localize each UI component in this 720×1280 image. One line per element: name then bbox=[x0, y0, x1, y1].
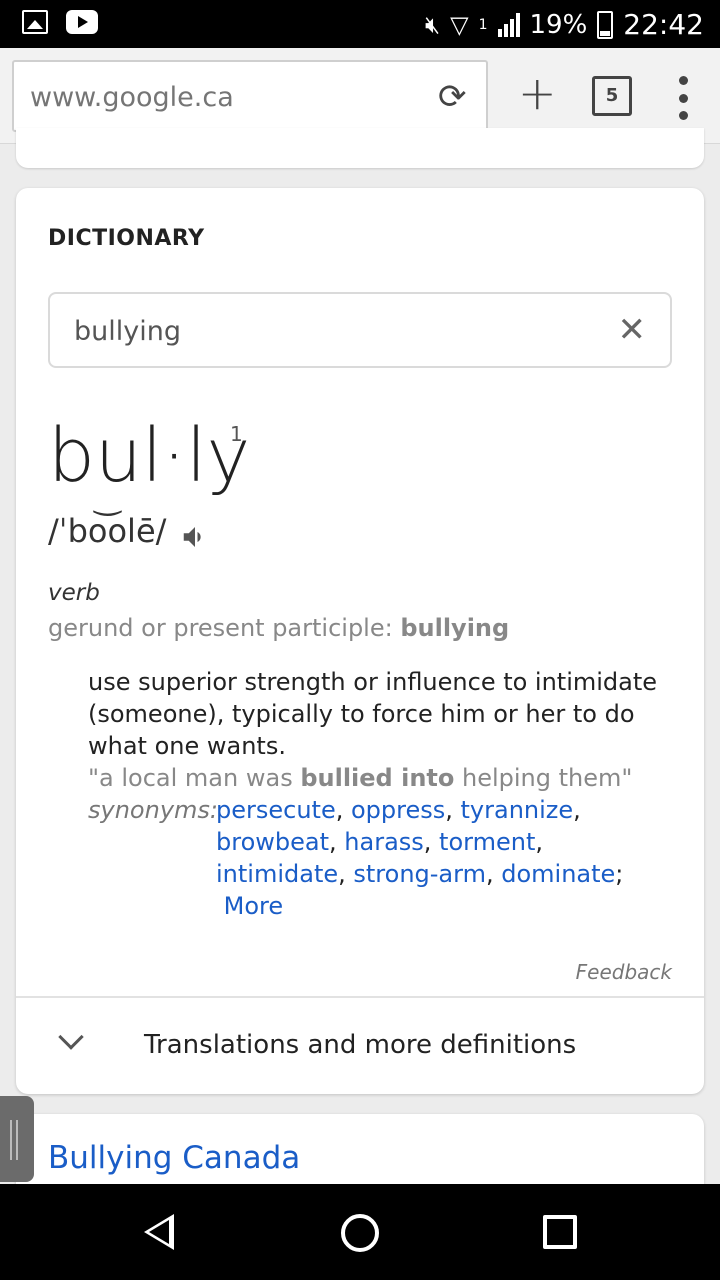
synonym-link[interactable]: intimidate bbox=[216, 860, 338, 888]
speaker-icon[interactable] bbox=[180, 522, 210, 552]
more-definitions-label: Translations and more definitions bbox=[144, 1030, 577, 1060]
status-bar: 🔇︎ ▽ 1 19% 22:42 bbox=[0, 0, 720, 48]
network-slot: 1 bbox=[478, 16, 488, 33]
dictionary-search-box[interactable]: bullying ✕ bbox=[48, 292, 672, 368]
battery-percent: 19% bbox=[529, 9, 588, 40]
synonym-link[interactable]: dominate bbox=[501, 860, 615, 888]
clock: 22:42 bbox=[623, 8, 704, 41]
example-sentence: "a local man was bullied into helping th… bbox=[88, 762, 632, 794]
synonym-link[interactable]: persecute bbox=[216, 796, 336, 824]
synonym-link[interactable]: browbeat bbox=[216, 828, 329, 856]
gerund-value: bullying bbox=[400, 614, 510, 642]
headword-superscript: 1 bbox=[230, 422, 243, 446]
more-definitions-row[interactable]: Translations and more definitions bbox=[16, 998, 704, 1094]
side-drawer-handle[interactable] bbox=[0, 1096, 34, 1182]
url-text[interactable]: www.google.ca bbox=[30, 82, 234, 113]
part-of-speech: verb bbox=[48, 580, 100, 606]
overflow-menu-icon[interactable] bbox=[678, 76, 688, 120]
dictionary-heading: DICTIONARY bbox=[48, 226, 205, 251]
synonym-link[interactable]: tyrannize bbox=[461, 796, 574, 824]
recents-icon[interactable] bbox=[543, 1215, 577, 1249]
example-pre: "a local man was bbox=[88, 764, 301, 792]
address-bar[interactable]: www.google.ca ⟳ bbox=[12, 60, 488, 132]
synonym-link[interactable]: oppress bbox=[351, 796, 445, 824]
dictionary-search-input[interactable]: bullying bbox=[74, 316, 181, 347]
next-result-card: Bullying Canada bbox=[16, 1114, 704, 1194]
gallery-icon bbox=[22, 10, 48, 34]
synonym-link[interactable]: harass bbox=[344, 828, 424, 856]
reload-icon[interactable]: ⟳ bbox=[438, 80, 472, 114]
headword: bul·ly bbox=[48, 413, 251, 499]
back-icon[interactable] bbox=[144, 1214, 174, 1250]
previous-result-card bbox=[16, 128, 704, 168]
definition: use superior strength or influence to in… bbox=[88, 668, 658, 760]
tab-switcher-icon[interactable]: 5 bbox=[592, 76, 632, 116]
pronunciation: /ˈbo͝olē/ bbox=[48, 512, 167, 550]
result-title-link[interactable]: Bullying Canada bbox=[48, 1140, 300, 1176]
navigation-bar bbox=[0, 1184, 720, 1280]
example-bold: bullied into bbox=[300, 764, 455, 792]
clear-icon[interactable]: ✕ bbox=[618, 312, 647, 348]
new-tab-icon[interactable]: + bbox=[518, 68, 557, 118]
feedback-link[interactable]: Feedback bbox=[576, 960, 672, 984]
synonym-link[interactable]: torment bbox=[439, 828, 535, 856]
youtube-icon bbox=[66, 10, 98, 34]
chevron-down-icon bbox=[58, 1024, 84, 1050]
mute-icon: 🔇︎ bbox=[424, 10, 441, 39]
gerund-label: gerund or present participle: bbox=[48, 614, 401, 642]
dictionary-card: DICTIONARY bullying ✕ bul·ly 1 /ˈbo͝olē/… bbox=[16, 188, 704, 1094]
gerund-line: gerund or present participle: bullying bbox=[48, 614, 509, 642]
signal-icon bbox=[497, 12, 520, 37]
synonym-link[interactable]: strong-arm bbox=[353, 860, 486, 888]
battery-icon bbox=[597, 10, 614, 39]
synonyms-list: persecute, oppress, tyrannize, browbeat,… bbox=[216, 796, 624, 920]
example-post: helping them" bbox=[454, 764, 633, 792]
wifi-icon: ▽ bbox=[450, 10, 469, 39]
more-synonyms-link[interactable]: More bbox=[224, 892, 284, 920]
synonyms-label: synonyms: bbox=[88, 796, 218, 824]
home-icon[interactable] bbox=[341, 1214, 379, 1252]
